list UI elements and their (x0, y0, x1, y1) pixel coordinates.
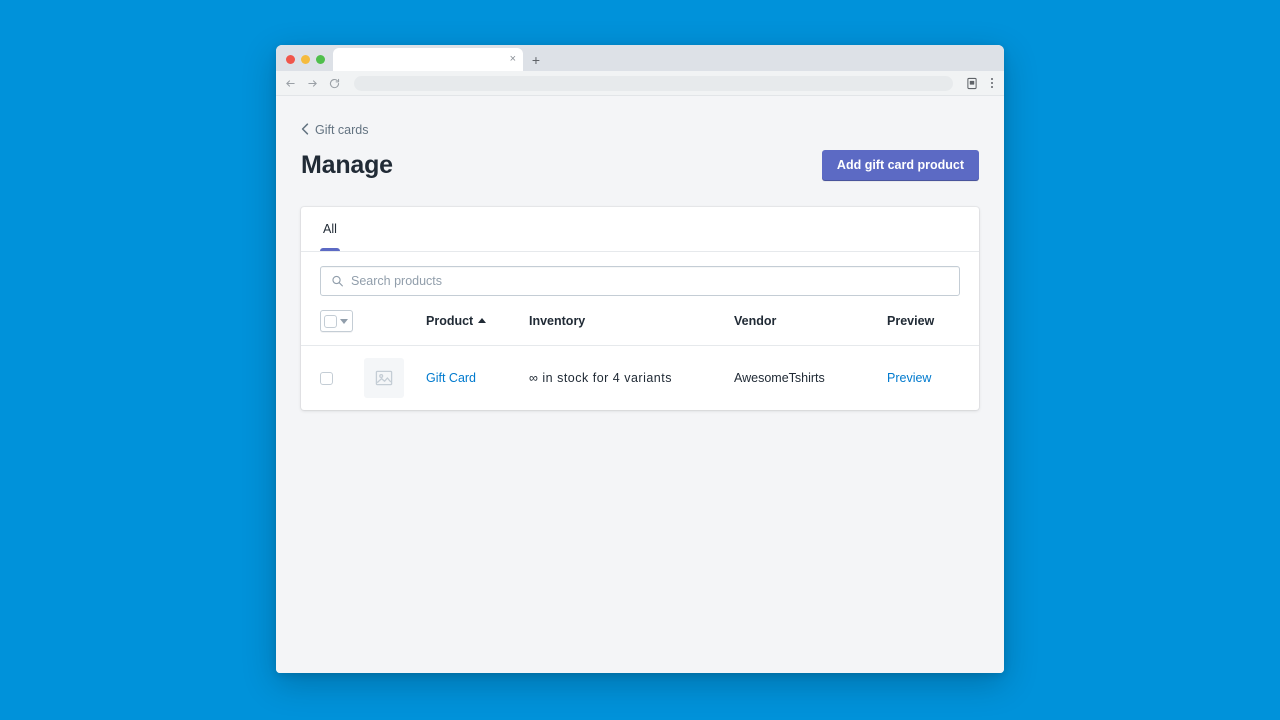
kebab-menu-icon[interactable] (988, 78, 996, 88)
minimize-window-button[interactable] (301, 55, 310, 64)
search-icon (331, 275, 344, 288)
browser-tab[interactable]: × (333, 48, 523, 71)
table-header-row: Product Inventory Vendor Preview (301, 308, 979, 346)
page-title: Manage (301, 151, 393, 180)
column-product-label: Product (426, 314, 473, 328)
sort-ascending-icon (478, 318, 486, 323)
search-field[interactable] (320, 266, 960, 296)
row-checkbox[interactable] (320, 372, 333, 385)
row-select-cell (301, 346, 364, 411)
column-product[interactable]: Product (426, 308, 529, 346)
products-table-body: Gift Card ∞ in stock for 4 variants Awes… (301, 346, 979, 411)
chevron-left-icon (301, 123, 309, 138)
column-select-all (301, 308, 364, 346)
products-table-head: Product Inventory Vendor Preview (301, 308, 979, 346)
back-arrow-icon[interactable] (284, 77, 297, 90)
products-card: All (301, 207, 979, 410)
table-row[interactable]: Gift Card ∞ in stock for 4 variants Awes… (301, 346, 979, 411)
card-tabs: All (301, 207, 979, 252)
search-input[interactable] (351, 267, 959, 295)
close-tab-icon[interactable]: × (510, 54, 516, 65)
row-thumbnail-cell (364, 346, 426, 411)
window-traffic-lights (282, 55, 333, 71)
column-inventory-label: Inventory (529, 314, 585, 328)
product-link[interactable]: Gift Card (426, 371, 476, 385)
column-preview-label: Preview (887, 314, 934, 328)
products-table: Product Inventory Vendor Preview (301, 308, 979, 410)
chevron-down-icon[interactable] (340, 319, 348, 324)
column-vendor-label: Vendor (734, 314, 776, 328)
row-product-cell: Gift Card (426, 346, 529, 411)
row-inventory-cell: ∞ in stock for 4 variants (529, 346, 734, 411)
column-vendor[interactable]: Vendor (734, 308, 887, 346)
browser-window: × + Gift cards (276, 45, 1004, 673)
reload-icon[interactable] (328, 77, 341, 90)
browser-toolbar (276, 71, 1004, 96)
breadcrumb-label: Gift cards (315, 124, 369, 137)
row-preview-cell: Preview (887, 346, 979, 411)
column-preview: Preview (887, 308, 979, 346)
new-tab-button[interactable]: + (523, 48, 549, 71)
page-header: Manage Add gift card product (301, 150, 979, 182)
close-window-button[interactable] (286, 55, 295, 64)
address-bar[interactable] (354, 76, 953, 91)
page-viewport: Gift cards Manage Add gift card product … (276, 96, 1004, 673)
search-section (301, 252, 979, 308)
browser-tab-strip: × + (276, 45, 1004, 71)
breadcrumb[interactable]: Gift cards (301, 123, 369, 138)
maximize-window-button[interactable] (316, 55, 325, 64)
image-placeholder-icon (364, 358, 404, 398)
select-all-group[interactable] (320, 310, 353, 332)
row-vendor-cell: AwesomeTshirts (734, 346, 887, 411)
forward-arrow-icon[interactable] (306, 77, 319, 90)
preview-link[interactable]: Preview (887, 371, 931, 385)
tab-all-label: All (323, 222, 337, 236)
column-inventory[interactable]: Inventory (529, 308, 734, 346)
select-all-checkbox[interactable] (324, 315, 337, 328)
add-gift-card-product-button[interactable]: Add gift card product (822, 150, 979, 182)
save-page-icon[interactable] (965, 76, 979, 90)
column-thumbnail (364, 308, 426, 346)
tab-all[interactable]: All (320, 207, 340, 251)
